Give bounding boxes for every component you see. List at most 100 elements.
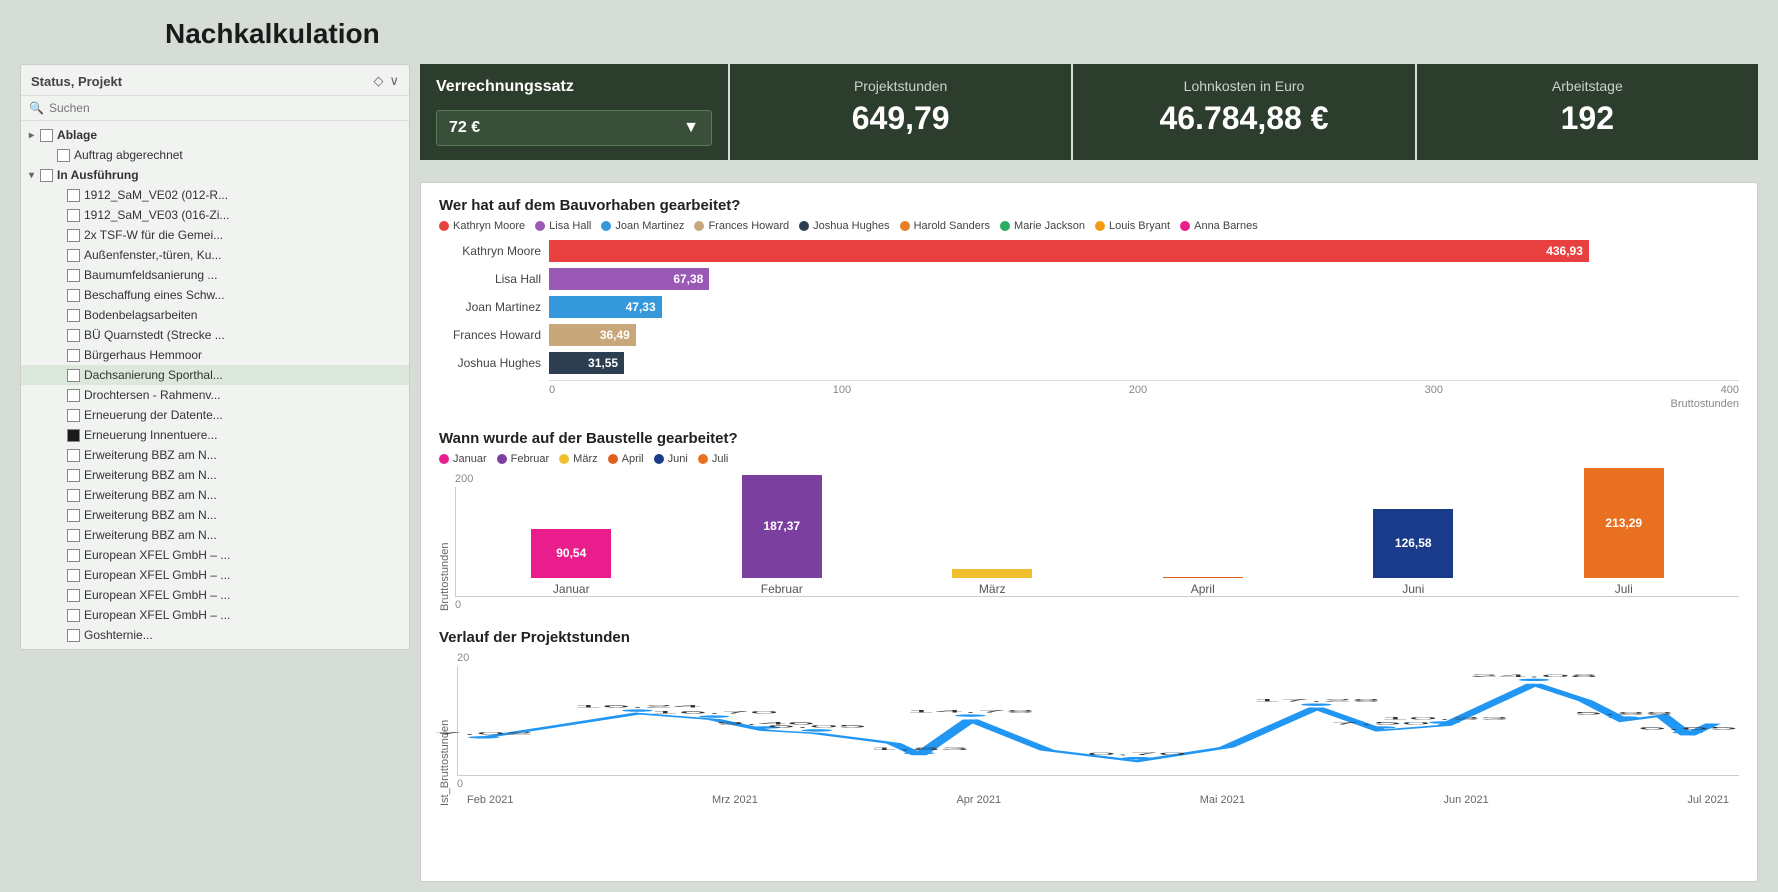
sidebar-item-label: Erweiterung BBZ am N...: [84, 488, 217, 502]
sidebar: Status, Projekt ◇ ∨ 🔍 ▸AblageAuftrag abg…: [20, 64, 410, 650]
sidebar-item[interactable]: European XFEL GmbH – ...: [21, 585, 409, 605]
monthly-x-label: Februar: [761, 582, 803, 596]
chevron-icon: ▸: [29, 130, 34, 141]
legend-label: Anna Barnes: [1194, 220, 1258, 232]
axis-tick: 300: [1425, 384, 1443, 396]
checkbox[interactable]: [67, 629, 80, 642]
sidebar-item[interactable]: Erneuerung Innentuere...: [21, 425, 409, 445]
sidebar-item[interactable]: Erweiterung BBZ am N...: [21, 525, 409, 545]
checkbox[interactable]: [67, 529, 80, 542]
chart2-y-0: 0: [455, 599, 1739, 611]
checkbox[interactable]: [67, 549, 80, 562]
checkbox[interactable]: [67, 189, 80, 202]
sidebar-item[interactable]: ▸Ablage: [21, 125, 409, 145]
sidebar-item-label: Goshternie...: [84, 628, 153, 642]
checkbox[interactable]: [67, 209, 80, 222]
chart3-x-labels: Feb 2021Mrz 2021Apr 2021Mai 2021Jun 2021…: [457, 794, 1739, 806]
search-input[interactable]: [49, 101, 401, 115]
legend-label: März: [573, 453, 597, 465]
legend-dot: [1180, 221, 1190, 231]
sidebar-item[interactable]: Erneuerung der Datente...: [21, 405, 409, 425]
checkbox[interactable]: [67, 309, 80, 322]
sidebar-list[interactable]: ▸AblageAuftrag abgerechnet▾In Ausführung…: [21, 121, 409, 649]
sidebar-item[interactable]: 1912_SaM_VE03 (016-Zi...: [21, 205, 409, 225]
x-axis-label: Mai 2021: [1200, 794, 1245, 806]
chart3-title: Verlauf der Projektstunden: [439, 629, 1739, 646]
checkbox[interactable]: [67, 589, 80, 602]
sidebar-item-label: European XFEL GmbH – ...: [84, 608, 230, 622]
sidebar-item[interactable]: BÜ Quarnstedt (Strecke ...: [21, 325, 409, 345]
bar-track: 47,33: [549, 296, 1739, 318]
legend-label: Louis Bryant: [1109, 220, 1170, 232]
checkbox[interactable]: [67, 229, 80, 242]
verrechnungssatz-dropdown[interactable]: 72 € ▼: [436, 110, 712, 146]
sidebar-item[interactable]: Erweiterung BBZ am N...: [21, 485, 409, 505]
search-icon: 🔍: [29, 101, 44, 115]
legend-dot: [439, 221, 449, 231]
legend-dot: [698, 454, 708, 464]
x-axis-label: Jul 2021: [1687, 794, 1729, 806]
bar-row: Frances Howard 36,49: [439, 324, 1739, 346]
sidebar-item[interactable]: Beschaffung eines Schw...: [21, 285, 409, 305]
sidebar-item-label: European XFEL GmbH – ...: [84, 568, 230, 582]
legend-item: Februar: [497, 453, 550, 465]
checkbox[interactable]: [67, 249, 80, 262]
legend-item: Januar: [439, 453, 487, 465]
legend-item: Kathryn Moore: [439, 220, 525, 232]
checkbox[interactable]: [67, 289, 80, 302]
checkbox[interactable]: [67, 509, 80, 522]
expand-icon[interactable]: ∨: [389, 73, 399, 89]
checkbox[interactable]: [67, 489, 80, 502]
sidebar-item[interactable]: ▾In Ausführung: [21, 165, 409, 185]
x-axis-label: Jun 2021: [1444, 794, 1489, 806]
monthly-bar: 126,58: [1373, 509, 1453, 578]
checkbox[interactable]: [67, 389, 80, 402]
checkbox[interactable]: [67, 609, 80, 622]
sidebar-item[interactable]: 1912_SaM_VE02 (012-R...: [21, 185, 409, 205]
sidebar-item[interactable]: Erweiterung BBZ am N...: [21, 445, 409, 465]
sidebar-item-label: 2x TSF-W für die Gemei...: [84, 228, 223, 242]
sidebar-item[interactable]: Baumumfeldsanierung ...: [21, 265, 409, 285]
checkbox[interactable]: [40, 169, 53, 182]
legend-item: Juni: [654, 453, 688, 465]
chart1-bars: Kathryn Moore 436,93 Lisa Hall 67,38 Joa…: [439, 240, 1739, 374]
sidebar-item[interactable]: Bürgerhaus Hemmoor: [21, 345, 409, 365]
sidebar-item[interactable]: Auftrag abgerechnet: [21, 145, 409, 165]
sidebar-item[interactable]: European XFEL GmbH – ...: [21, 565, 409, 585]
verrechnungssatz-label: Verrechnungssatz: [436, 78, 712, 96]
sidebar-item[interactable]: European XFEL GmbH – ...: [21, 605, 409, 625]
checkbox[interactable]: [67, 349, 80, 362]
checkbox[interactable]: [67, 369, 80, 382]
sidebar-item[interactable]: Außenfenster,-türen, Ku...: [21, 245, 409, 265]
checkbox[interactable]: [67, 429, 80, 442]
sidebar-item[interactable]: Bodenbelagsarbeiten: [21, 305, 409, 325]
sidebar-item-label: In Ausführung: [57, 168, 139, 182]
sidebar-item-label: Beschaffung eines Schw...: [84, 288, 225, 302]
checkbox[interactable]: [67, 469, 80, 482]
chart1-axis: 0100200300400: [549, 380, 1739, 396]
bar-label: Joan Martinez: [439, 300, 549, 314]
checkbox[interactable]: [67, 329, 80, 342]
sidebar-item[interactable]: Goshternie...: [21, 625, 409, 645]
chart3-y-label: Ist_Bruttostunden: [439, 652, 451, 806]
sidebar-item[interactable]: European XFEL GmbH – ...: [21, 545, 409, 565]
kpi-panels: Verrechnungssatz 72 € ▼ Projektstunden 6…: [420, 64, 1758, 160]
checkbox[interactable]: [67, 269, 80, 282]
checkbox[interactable]: [67, 569, 80, 582]
sidebar-item[interactable]: Dachsanierung Sporthal...: [21, 365, 409, 385]
filter-icon[interactable]: ◇: [373, 73, 383, 89]
checkbox[interactable]: [67, 449, 80, 462]
x-axis-label: Feb 2021: [467, 794, 513, 806]
legend-dot: [1095, 221, 1105, 231]
checkbox[interactable]: [40, 129, 53, 142]
checkbox[interactable]: [57, 149, 70, 162]
sidebar-item[interactable]: Drochtersen - Rahmenv...: [21, 385, 409, 405]
sidebar-item[interactable]: 2x TSF-W für die Gemei...: [21, 225, 409, 245]
legend-dot: [654, 454, 664, 464]
checkbox[interactable]: [67, 409, 80, 422]
sidebar-item[interactable]: Erweiterung BBZ am N...: [21, 505, 409, 525]
x-axis-label: Apr 2021: [956, 794, 1001, 806]
sidebar-item-label: European XFEL GmbH – ...: [84, 548, 230, 562]
legend-dot: [694, 221, 704, 231]
sidebar-item[interactable]: Erweiterung BBZ am N...: [21, 465, 409, 485]
